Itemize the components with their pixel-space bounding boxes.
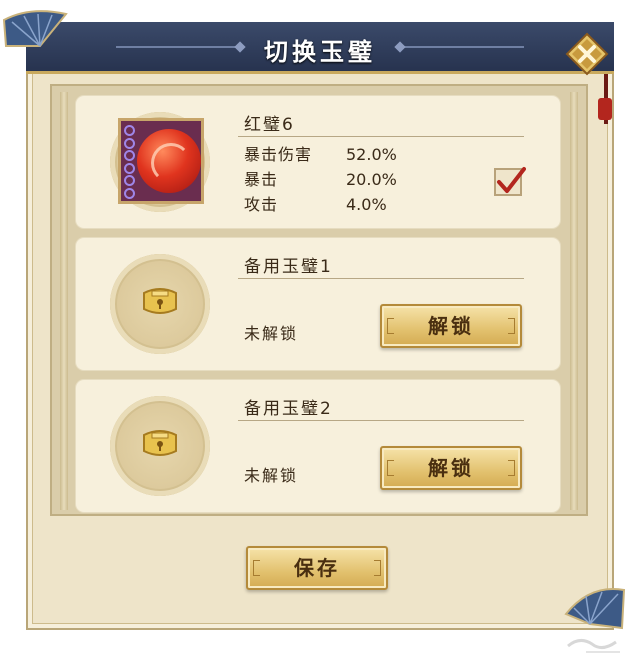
slot-medallion bbox=[110, 396, 210, 496]
title-divider bbox=[238, 136, 524, 137]
select-checkbox[interactable] bbox=[494, 167, 526, 196]
button-corner bbox=[387, 318, 394, 334]
stat-row: 攻击 4.0% bbox=[244, 192, 397, 217]
unlock-button-label: 解锁 bbox=[428, 456, 474, 480]
unlock-button[interactable]: 解锁 bbox=[380, 304, 522, 348]
lock-status: 未解锁 bbox=[244, 466, 299, 485]
unlock-button[interactable]: 解锁 bbox=[380, 446, 522, 490]
stat-value: 20.0% bbox=[346, 170, 397, 189]
jade-name: 红璧6 bbox=[244, 115, 295, 135]
button-corner bbox=[508, 460, 515, 476]
right-rail bbox=[570, 92, 578, 510]
stat-name: 攻击 bbox=[244, 195, 279, 214]
jade-stats: 暴击伤害 52.0% 暴击 20.0% 攻击 4.0% bbox=[244, 142, 397, 217]
stat-row: 暴击伤害 52.0% bbox=[244, 142, 397, 167]
stat-name: 暴击伤害 bbox=[244, 145, 313, 164]
lock-icon bbox=[143, 430, 177, 456]
red-jade-icon[interactable] bbox=[118, 118, 204, 204]
tassel-knot bbox=[598, 98, 612, 120]
jade-slot-2[interactable]: 备用玉璧1 未解锁 解锁 bbox=[76, 238, 560, 370]
dialog-title-bar: 切换玉璧 bbox=[26, 22, 614, 74]
slot-medallion bbox=[110, 254, 210, 354]
button-corner bbox=[387, 460, 394, 476]
lock-status: 未解锁 bbox=[244, 324, 299, 343]
jade-swirl bbox=[151, 143, 191, 183]
close-icon bbox=[565, 32, 609, 76]
unlock-button-label: 解锁 bbox=[428, 314, 474, 338]
save-button[interactable]: 保存 bbox=[246, 546, 388, 590]
left-rail bbox=[60, 92, 68, 510]
title-divider bbox=[238, 278, 524, 279]
fan-ornament-icon bbox=[564, 588, 626, 630]
button-corner bbox=[374, 560, 381, 576]
check-icon bbox=[497, 167, 526, 193]
stat-row: 暴击 20.0% bbox=[244, 167, 397, 192]
slot-name: 备用玉璧2 bbox=[244, 399, 333, 419]
button-corner bbox=[253, 560, 260, 576]
close-button[interactable] bbox=[565, 32, 612, 124]
title-divider bbox=[238, 420, 524, 421]
cloud-ornament-icon bbox=[567, 639, 620, 653]
button-corner bbox=[508, 318, 515, 334]
save-button-label: 保存 bbox=[294, 556, 340, 580]
jade-slot-3[interactable]: 备用玉璧2 未解锁 解锁 bbox=[76, 380, 560, 512]
jade-slot-1[interactable]: 红璧6 暴击伤害 52.0% 暴击 20.0% 攻击 4.0% bbox=[76, 96, 560, 228]
slot-name: 备用玉璧1 bbox=[244, 257, 333, 277]
dialog-title: 切换玉璧 bbox=[264, 38, 376, 66]
fan-ornament-icon bbox=[2, 10, 68, 47]
lock-icon bbox=[143, 288, 177, 314]
stat-name: 暴击 bbox=[244, 170, 279, 189]
stat-value: 4.0% bbox=[346, 195, 387, 214]
star-chain bbox=[124, 125, 136, 199]
stat-value: 52.0% bbox=[346, 145, 397, 164]
